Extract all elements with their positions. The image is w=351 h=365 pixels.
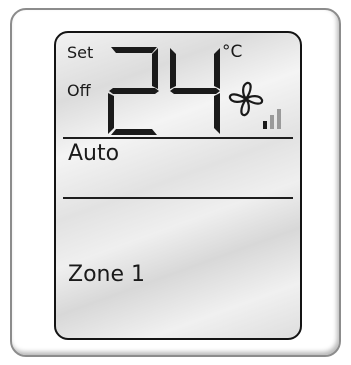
- mode-label: Auto: [68, 141, 120, 166]
- speed-bar-2: [270, 115, 274, 129]
- temperature-display: 24: [108, 47, 220, 135]
- fan-speed-bars-icon: [263, 109, 281, 129]
- off-label: Off: [67, 81, 91, 100]
- divider-bottom: [63, 197, 293, 199]
- temperature-unit: °C: [222, 42, 243, 62]
- speed-bar-3: [277, 109, 281, 129]
- set-label: Set: [67, 43, 94, 62]
- lcd-display: Set Off 24 °C Auto: [54, 31, 302, 340]
- digit-2: [108, 47, 159, 135]
- speed-bar-1: [263, 121, 267, 129]
- digit-4: [170, 48, 220, 134]
- divider-top: [63, 137, 293, 139]
- fan-icon: [228, 81, 264, 117]
- zone-label: Zone 1: [68, 262, 145, 287]
